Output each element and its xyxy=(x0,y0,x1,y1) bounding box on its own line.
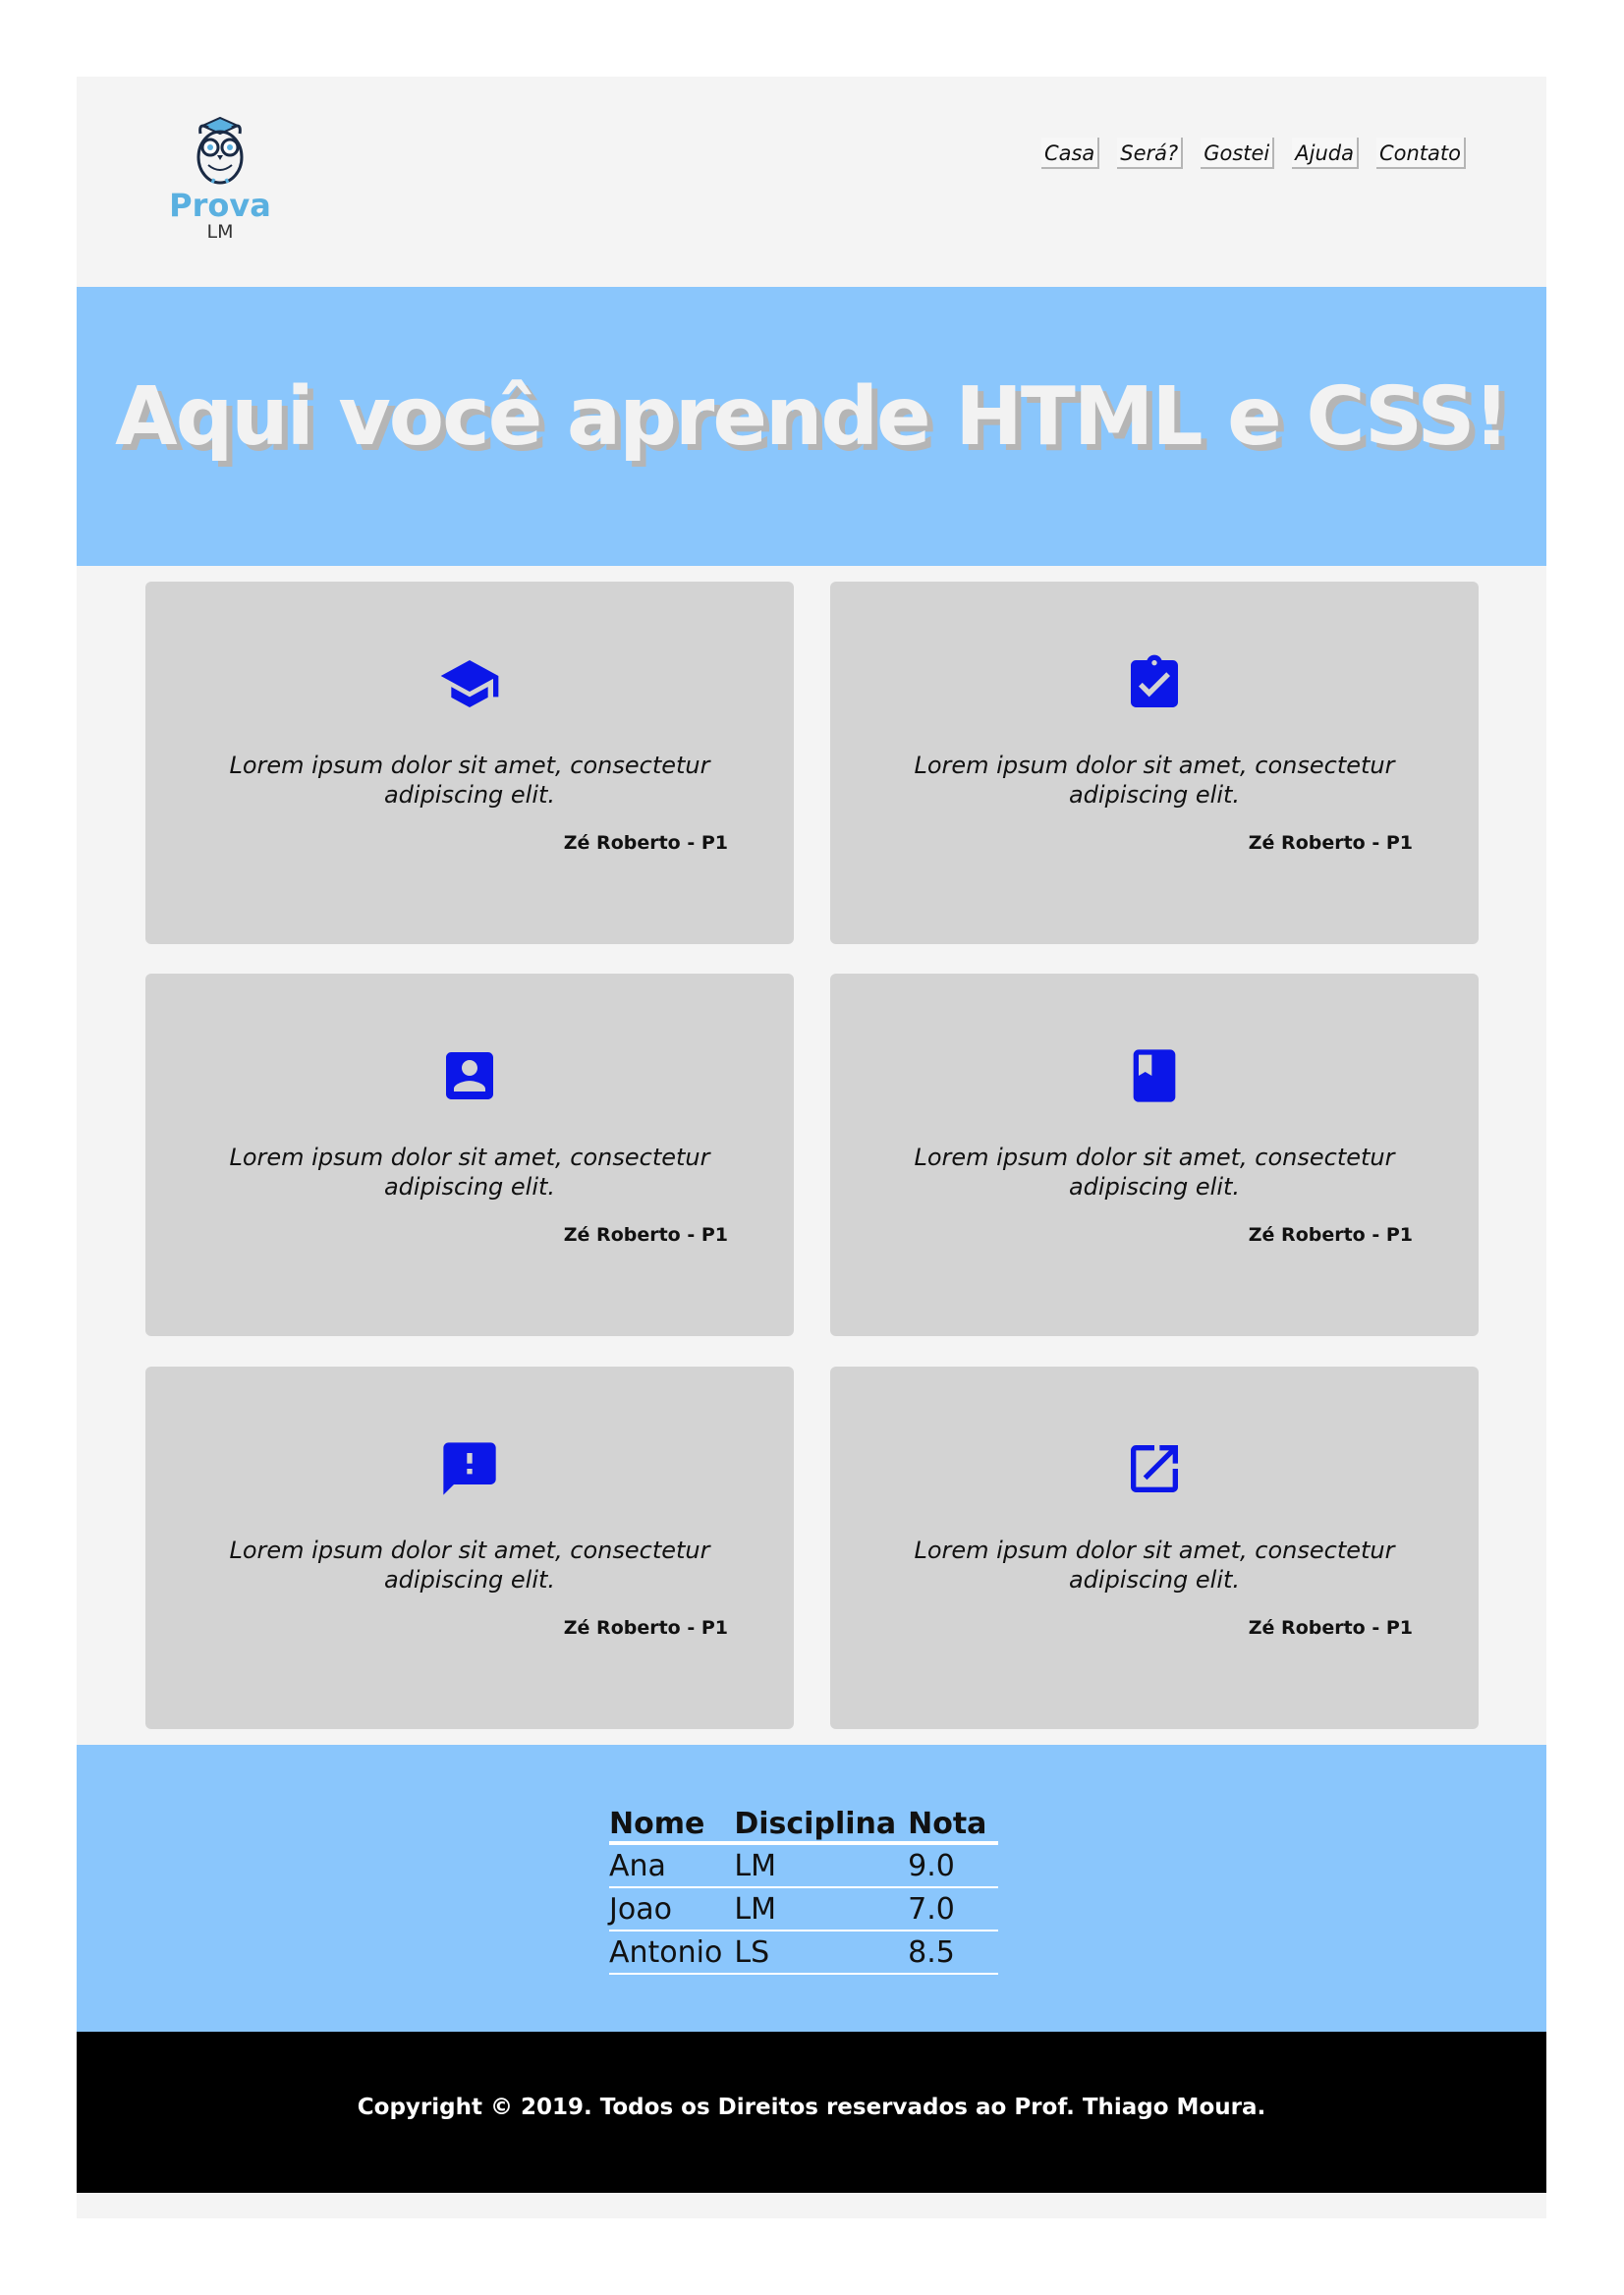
column-header-nota: Nota xyxy=(908,1798,999,1845)
cell-nome: Joao xyxy=(609,1887,735,1931)
card: Lorem ipsum dolor sit amet, consectetur … xyxy=(830,1367,1479,1729)
cell-nota: 9.0 xyxy=(908,1843,999,1888)
card-author: Zé Roberto - P1 xyxy=(563,1617,728,1639)
nav-item-sera[interactable]: Será? xyxy=(1117,138,1184,169)
copyright-text: Copyright © 2019. Todos os Direitos rese… xyxy=(357,2095,1266,2120)
page-container: Prova LM Casa Será? Gostei Ajuda Contato… xyxy=(77,77,1546,2218)
card: Lorem ipsum dolor sit amet, consectetur … xyxy=(145,974,794,1336)
owl-icon xyxy=(196,116,244,185)
cell-disciplina: LM xyxy=(734,1843,909,1888)
hero-title: Aqui você aprende HTML e CSS! xyxy=(115,369,1510,464)
card-author: Zé Roberto - P1 xyxy=(1248,1224,1413,1246)
card: Lorem ipsum dolor sit amet, consectetur … xyxy=(830,974,1479,1336)
card-author: Zé Roberto - P1 xyxy=(1248,1617,1413,1639)
card-text: Lorem ipsum dolor sit amet, consectetur … xyxy=(914,1537,1395,1594)
column-header-disciplina: Disciplina xyxy=(734,1798,909,1845)
card-text: Lorem ipsum dolor sit amet, consectetur … xyxy=(229,752,710,809)
logo-title: Prova xyxy=(169,187,271,224)
card-text: Lorem ipsum dolor sit amet, consectetur … xyxy=(229,1144,710,1201)
nav-item-casa[interactable]: Casa xyxy=(1040,138,1100,169)
logo[interactable]: Prova LM xyxy=(169,114,271,242)
card: Lorem ipsum dolor sit amet, consectetur … xyxy=(145,1367,794,1729)
clipboard-check-icon xyxy=(1131,654,1178,707)
table-header-row: Nome Disciplina Nota xyxy=(609,1798,999,1845)
column-header-nome: Nome xyxy=(609,1798,735,1845)
cards-grid: Lorem ipsum dolor sit amet, consectetur … xyxy=(77,566,1546,1745)
cell-nota: 8.5 xyxy=(908,1931,999,1975)
header: Prova LM Casa Será? Gostei Ajuda Contato xyxy=(77,77,1546,287)
contact-card-icon xyxy=(446,1052,493,1099)
card-author: Zé Roberto - P1 xyxy=(563,1224,728,1246)
card-text: Lorem ipsum dolor sit amet, consectetur … xyxy=(914,752,1395,809)
book-icon xyxy=(1133,1049,1176,1102)
nav-item-ajuda[interactable]: Ajuda xyxy=(1292,138,1359,169)
card: Lorem ipsum dolor sit amet, consectetur … xyxy=(145,582,794,944)
table-row: Joao LM 7.0 xyxy=(609,1887,999,1931)
table-row: Ana LM 9.0 xyxy=(609,1843,999,1888)
card-author: Zé Roberto - P1 xyxy=(1248,832,1413,854)
card-author: Zé Roberto - P1 xyxy=(563,832,728,854)
logo-subtitle: LM xyxy=(206,221,234,243)
open-in-new-icon xyxy=(1131,1445,1178,1492)
cell-nota: 7.0 xyxy=(908,1887,999,1931)
card-text: Lorem ipsum dolor sit amet, consectetur … xyxy=(229,1537,710,1594)
card-text: Lorem ipsum dolor sit amet, consectetur … xyxy=(914,1144,1395,1201)
cell-nome: Ana xyxy=(609,1843,735,1888)
nav-item-gostei[interactable]: Gostei xyxy=(1201,138,1275,169)
cell-disciplina: LS xyxy=(734,1931,909,1975)
grades-section: Nome Disciplina Nota Ana LM 9.0 Joao LM … xyxy=(77,1745,1546,2032)
nav-item-contato[interactable]: Contato xyxy=(1375,138,1466,169)
table-row: Antonio LS 8.5 xyxy=(609,1931,999,1975)
footer: Copyright © 2019. Todos os Direitos rese… xyxy=(77,2032,1546,2193)
main-nav: Casa Será? Gostei Ajuda Contato xyxy=(1040,138,1466,169)
card: Lorem ipsum dolor sit amet, consectetur … xyxy=(830,582,1479,944)
grades-table: Nome Disciplina Nota Ana LM 9.0 Joao LM … xyxy=(609,1798,999,1975)
cell-disciplina: LM xyxy=(734,1887,909,1931)
cell-nome: Antonio xyxy=(609,1931,735,1975)
graduation-cap-icon xyxy=(440,660,499,707)
hero-banner: Aqui você aprende HTML e CSS! xyxy=(77,287,1546,566)
feedback-icon xyxy=(443,1442,496,1495)
